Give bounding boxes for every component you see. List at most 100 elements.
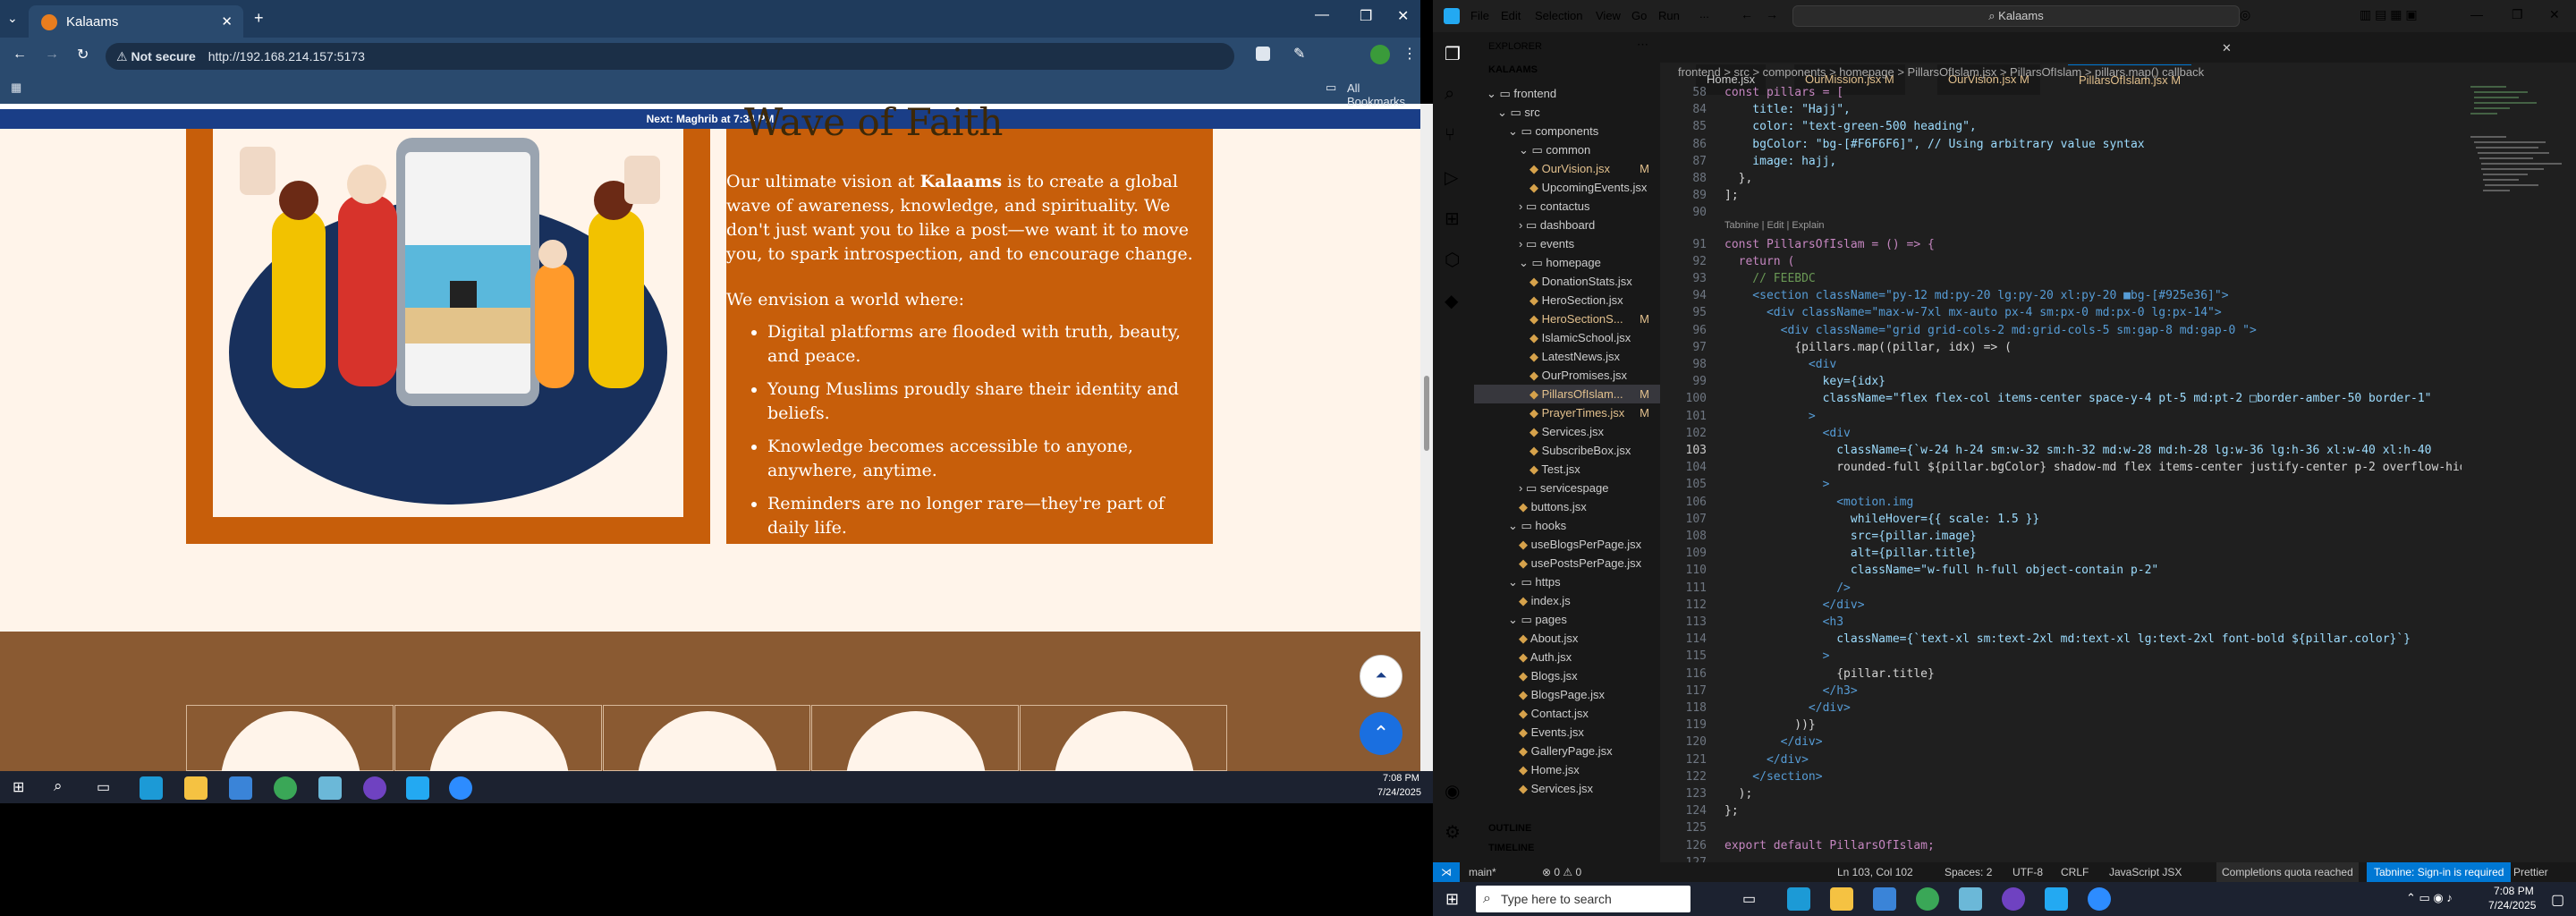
tree-file[interactable]: ◆ PillarsOfIslam... M bbox=[1474, 385, 1660, 403]
close-tab-icon[interactable]: ✕ bbox=[221, 13, 233, 30]
code-line[interactable]: className={`text-xl sm:text-2xl md:text-… bbox=[1724, 632, 2411, 646]
remote-explorer-icon[interactable]: ⬡ bbox=[1445, 249, 1460, 271]
tree-file[interactable]: ◆ HeroSection.jsx bbox=[1474, 291, 1660, 310]
minimize-icon[interactable]: — bbox=[1315, 7, 1329, 23]
browser-menu-icon[interactable]: ⋮ bbox=[1402, 45, 1417, 63]
chrome-icon[interactable] bbox=[274, 776, 297, 800]
tree-file[interactable]: ◆ Services.jsx bbox=[1474, 422, 1660, 441]
code-line[interactable]: <div className="grid grid-cols-2 md:grid… bbox=[1724, 324, 2257, 337]
indentation[interactable]: Spaces: 2 bbox=[1945, 862, 1992, 882]
code-line[interactable]: </section> bbox=[1724, 770, 1822, 784]
chrome-icon[interactable] bbox=[1916, 887, 1939, 911]
code-line[interactable]: <h3 bbox=[1724, 615, 1844, 629]
maximize-icon[interactable]: ❐ bbox=[1360, 7, 1372, 25]
code-line[interactable]: <motion.img bbox=[1724, 496, 1913, 509]
taskbar-search[interactable]: ⌕ Type here to search bbox=[1476, 886, 1690, 912]
tree-folder[interactable]: › ▭ servicespage bbox=[1474, 479, 1660, 497]
menu-file[interactable]: File bbox=[1470, 9, 1489, 22]
code-line[interactable]: <section className="py-12 md:py-20 lg:py… bbox=[1724, 289, 2228, 302]
tree-file[interactable]: ◆ DonationStats.jsx bbox=[1474, 272, 1660, 291]
code-line[interactable]: color: "text-green-500 heading", bbox=[1724, 120, 1976, 133]
reload-icon[interactable]: ↻ bbox=[77, 46, 89, 64]
tree-folder[interactable]: ⌄ ▭ common bbox=[1474, 140, 1660, 159]
nav-forward-icon[interactable]: → bbox=[1766, 7, 1778, 21]
menu-selection[interactable]: Selection bbox=[1535, 9, 1582, 22]
edge-icon[interactable] bbox=[1787, 887, 1810, 911]
tree-folder[interactable]: ⌄ ▭ src bbox=[1474, 103, 1660, 122]
code-line[interactable]: {pillars.map((pillar, idx) => ( bbox=[1724, 341, 2012, 354]
code-line[interactable]: // FEEBDC bbox=[1724, 272, 1815, 285]
code-line[interactable]: whileHover={{ scale: 1.5 }} bbox=[1724, 513, 2039, 526]
code-line[interactable]: src={pillar.image} bbox=[1724, 530, 1977, 543]
explorer-more-icon[interactable]: ⋯ bbox=[1637, 38, 1648, 52]
browser-scroll-thumb[interactable] bbox=[1424, 376, 1429, 451]
code-line[interactable]: title: "Hajj", bbox=[1724, 103, 1851, 116]
vs-minimize-icon[interactable]: — bbox=[2470, 7, 2483, 21]
github-desktop-icon[interactable] bbox=[363, 776, 386, 800]
tree-file[interactable]: ◆ useBlogsPerPage.jsx bbox=[1474, 535, 1660, 554]
completions-quota[interactable]: Completions quota reached bbox=[2216, 862, 2359, 882]
code-line[interactable]: {pillar.title} bbox=[1724, 667, 1935, 681]
menu-run[interactable]: Run bbox=[1658, 9, 1680, 22]
chat-toggle-button[interactable]: ⏶ bbox=[1360, 655, 1402, 698]
code-line[interactable]: key={idx} bbox=[1724, 375, 1885, 388]
back-icon[interactable]: ← bbox=[13, 47, 27, 63]
tree-file[interactable]: ◆ OurVision.jsx M bbox=[1474, 159, 1660, 178]
git-branch[interactable]: main* bbox=[1469, 862, 1496, 882]
run-debug-icon[interactable]: ▷ bbox=[1445, 166, 1458, 189]
tree-file[interactable]: ◆ OurPromises.jsx bbox=[1474, 366, 1660, 385]
tree-file[interactable]: ◆ About.jsx bbox=[1474, 629, 1660, 648]
tabnine-codelens[interactable]: Tabnine | Edit | Explain bbox=[1724, 220, 1825, 231]
windows-start-icon[interactable]: ⊞ bbox=[1445, 890, 1459, 909]
profile-avatar[interactable] bbox=[1370, 45, 1390, 64]
tree-folder[interactable]: ⌄ ▭ components bbox=[1474, 122, 1660, 140]
store-icon[interactable] bbox=[1873, 887, 1896, 911]
tree-folder[interactable]: ⌄ ▭ homepage bbox=[1474, 253, 1660, 272]
code-line[interactable]: <div bbox=[1724, 358, 1836, 371]
tree-file[interactable]: ◆ Home.jsx bbox=[1474, 760, 1660, 779]
tree-file[interactable]: ◆ usePostsPerPage.jsx bbox=[1474, 554, 1660, 572]
vscode-icon[interactable] bbox=[2045, 887, 2068, 911]
tree-file[interactable]: ◆ HeroSectionS... M bbox=[1474, 310, 1660, 328]
tree-file[interactable]: ◆ SubscribeBox.jsx bbox=[1474, 441, 1660, 460]
code-line[interactable]: ]; bbox=[1724, 189, 1739, 202]
menu-more[interactable]: ... bbox=[1699, 7, 1709, 21]
tree-file[interactable]: ◆ index.js bbox=[1474, 591, 1660, 610]
forward-icon[interactable]: → bbox=[45, 47, 59, 63]
code-line[interactable]: </div> bbox=[1724, 753, 1809, 767]
code-line[interactable]: </h3> bbox=[1724, 684, 1858, 698]
prettier-status[interactable]: Prettier bbox=[2513, 862, 2548, 882]
tab-menu-icon[interactable]: ⌄ bbox=[7, 11, 18, 26]
code-line[interactable]: > bbox=[1724, 410, 1816, 423]
code-line[interactable]: const pillars = [ bbox=[1724, 86, 1843, 99]
all-bookmarks[interactable]: All Bookmarks bbox=[1347, 81, 1420, 108]
menu-go[interactable]: Go bbox=[1631, 9, 1647, 22]
code-line[interactable]: image: hajj, bbox=[1724, 155, 1836, 168]
extensions-icon[interactable]: ⊞ bbox=[1445, 208, 1460, 230]
extension-icon[interactable] bbox=[1256, 47, 1270, 61]
settings-gear-icon[interactable]: ⚙ bbox=[1445, 821, 1461, 844]
tree-folder[interactable]: › ▭ events bbox=[1474, 234, 1660, 253]
code-line[interactable]: className="flex flex-col items-center sp… bbox=[1724, 392, 2432, 405]
tree-file[interactable]: ◆ Contact.jsx bbox=[1474, 704, 1660, 723]
code-line[interactable]: }; bbox=[1724, 804, 1739, 818]
zoom-icon[interactable] bbox=[449, 776, 472, 800]
code-line[interactable]: </div> bbox=[1724, 598, 1865, 612]
code-line[interactable]: return ( bbox=[1724, 255, 1795, 268]
windows-start-icon[interactable]: ⊞ bbox=[13, 778, 24, 796]
outline-section[interactable]: OUTLINE bbox=[1488, 823, 1531, 834]
nav-back-icon[interactable]: ← bbox=[1741, 7, 1753, 21]
tree-file[interactable]: ◆ Events.jsx bbox=[1474, 723, 1660, 742]
code-line[interactable]: alt={pillar.title} bbox=[1724, 547, 1977, 560]
tree-file[interactable]: ◆ UpcomingEvents.jsx bbox=[1474, 178, 1660, 197]
menu-view[interactable]: View bbox=[1596, 9, 1621, 22]
edge-icon[interactable] bbox=[140, 776, 163, 800]
close-window-icon[interactable]: ✕ bbox=[1397, 7, 1409, 25]
task-view-icon[interactable]: ▭ bbox=[1742, 890, 1756, 908]
zoom-icon[interactable] bbox=[2088, 887, 2111, 911]
pen-icon[interactable]: ✎ bbox=[1293, 45, 1305, 63]
file-explorer-icon[interactable] bbox=[184, 776, 208, 800]
code-line[interactable]: className={`w-24 h-24 sm:w-32 sm:h-32 md… bbox=[1724, 444, 2431, 457]
tree-file[interactable]: ◆ Services.jsx bbox=[1474, 779, 1660, 798]
app-icon[interactable] bbox=[318, 776, 342, 800]
